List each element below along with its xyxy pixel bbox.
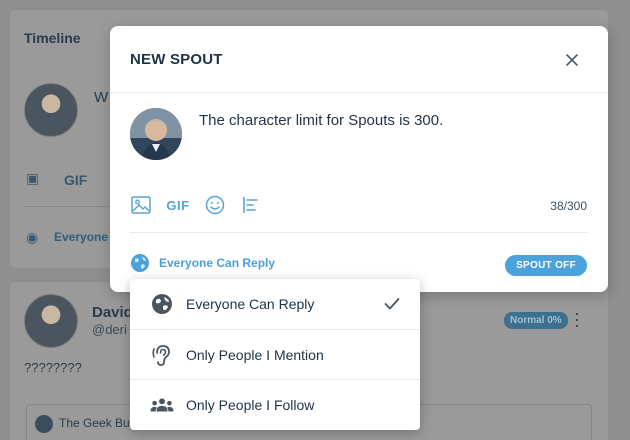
new-spout-modal: NEW SPOUT The character limit for Spouts… <box>110 26 608 292</box>
globe-icon <box>150 292 174 316</box>
add-poll-button[interactable] <box>240 194 262 216</box>
reply-preview: Everyone <box>54 230 109 244</box>
character-counter: 38/300 <box>550 199 587 213</box>
image-icon: ▣ <box>26 170 40 186</box>
composer-preview: W <box>94 89 109 106</box>
timeline-title: Timeline <box>24 30 81 46</box>
modal-title: NEW SPOUT <box>130 51 223 68</box>
close-icon <box>566 54 578 66</box>
reply-setting-label: Everyone Can Reply <box>159 256 276 270</box>
add-image-button[interactable] <box>130 194 152 216</box>
poll-icon <box>243 197 258 213</box>
spout-off-button[interactable]: SPOUT OFF <box>505 255 587 276</box>
add-gif-button[interactable]: GIF <box>166 194 190 216</box>
compose-toolbar: GIF <box>130 194 262 216</box>
modal-header: NEW SPOUT <box>110 26 608 93</box>
divider <box>130 232 588 233</box>
post-author-handle: @deri <box>92 322 127 337</box>
menu-item-label: Only People I Follow <box>186 396 315 413</box>
more-options-icon[interactable]: · · · <box>574 304 580 334</box>
checkmark-icon <box>384 298 400 310</box>
group-icon <box>150 393 174 417</box>
menu-item-only-people-i-mention[interactable]: Only People I Mention <box>130 329 420 379</box>
avatar <box>24 294 78 348</box>
image-icon <box>131 196 151 214</box>
avatar <box>24 83 78 137</box>
close-button[interactable] <box>564 52 580 68</box>
post-author-name: David <box>92 304 133 321</box>
embed-favicon-icon <box>35 415 53 433</box>
ear-icon <box>150 343 174 367</box>
reply-options-menu: Everyone Can Reply Only People I Mention <box>130 279 420 430</box>
embed-title: The Geek Bu <box>59 416 130 430</box>
post-body: ???????? <box>24 360 82 375</box>
menu-item-only-people-i-follow[interactable]: Only People I Follow <box>130 379 420 429</box>
globe-icon <box>131 254 149 272</box>
add-emoji-button[interactable] <box>204 194 226 216</box>
compose-text[interactable]: The character limit for Spouts is 300. <box>199 112 443 129</box>
status-badge: Normal 0% <box>504 312 568 329</box>
globe-icon: ◉ <box>26 229 39 245</box>
emoji-icon <box>205 195 225 215</box>
gif-icon: GIF <box>64 172 88 188</box>
menu-item-label: Everyone Can Reply <box>186 296 315 312</box>
reply-setting-dropdown[interactable]: Everyone Can Reply <box>130 253 275 273</box>
menu-item-label: Only People I Mention <box>186 346 324 363</box>
divider <box>24 206 120 207</box>
menu-item-everyone-can-reply[interactable]: Everyone Can Reply <box>130 279 420 329</box>
avatar <box>130 108 182 160</box>
